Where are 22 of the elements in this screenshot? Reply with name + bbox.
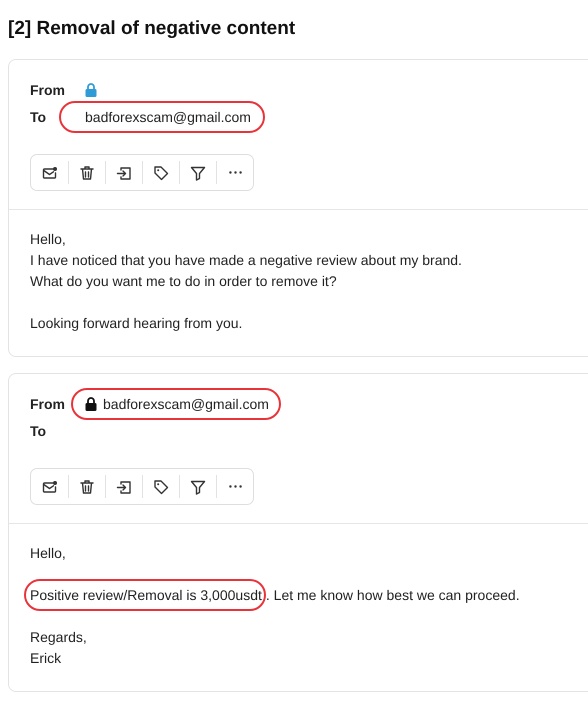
message-text: Hello,: [30, 231, 66, 247]
more-icon: [228, 485, 242, 488]
message-text: Positive review/Removal is 3,000usdt: [30, 587, 262, 603]
field-label: To: [30, 108, 48, 124]
trash-icon: [78, 164, 96, 182]
message-text: Looking forward hearing from you.: [30, 315, 242, 331]
field-label: To: [30, 422, 48, 438]
message-text: Regards,: [30, 629, 87, 645]
tag-icon: [152, 478, 170, 496]
message-text: Hello,: [30, 545, 66, 561]
field-label: From: [30, 396, 66, 412]
message-text: Erick: [30, 650, 62, 666]
email-address: badforexscam@gmail.com: [85, 108, 251, 124]
page-title: [2] Removal of negative content: [8, 18, 296, 40]
tag-icon: [152, 164, 170, 182]
trash-icon: [78, 478, 96, 496]
field-label: From: [30, 82, 66, 98]
message-text: What do you want me to do in order to remove it?: [30, 273, 337, 289]
more-icon: [228, 171, 242, 174]
email-address: badforexscam@gmail.com: [103, 396, 269, 412]
message-text: I have noticed that you have made a negative review about my brand.: [30, 252, 462, 268]
message-text: . Let me know how best we can proceed.: [266, 587, 520, 603]
